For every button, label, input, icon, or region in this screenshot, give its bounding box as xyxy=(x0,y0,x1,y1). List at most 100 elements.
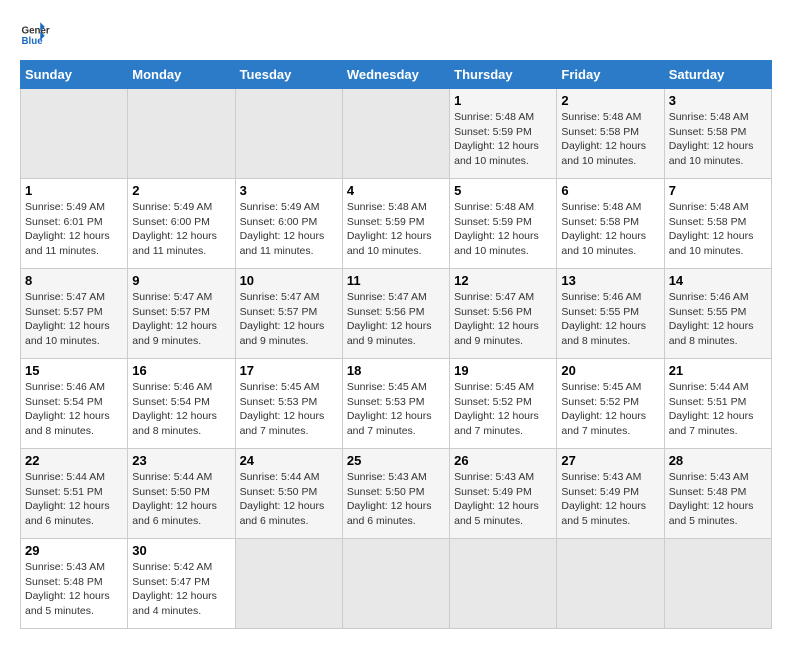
week-row-6: 29 Sunrise: 5:43 AM Sunset: 5:48 PM Dayl… xyxy=(21,539,772,629)
day-info: Sunrise: 5:43 AM Sunset: 5:48 PM Dayligh… xyxy=(25,560,123,619)
day-cell xyxy=(342,89,449,179)
day-cell: 18 Sunrise: 5:45 AM Sunset: 5:53 PM Dayl… xyxy=(342,359,449,449)
day-header-saturday: Saturday xyxy=(664,61,771,89)
day-cell: 3 Sunrise: 5:48 AM Sunset: 5:58 PM Dayli… xyxy=(664,89,771,179)
day-number: 8 xyxy=(25,273,123,288)
day-cell: 19 Sunrise: 5:45 AM Sunset: 5:52 PM Dayl… xyxy=(450,359,557,449)
day-info: Sunrise: 5:43 AM Sunset: 5:49 PM Dayligh… xyxy=(561,470,659,529)
day-info: Sunrise: 5:48 AM Sunset: 5:58 PM Dayligh… xyxy=(669,200,767,259)
day-cell: 5 Sunrise: 5:48 AM Sunset: 5:59 PM Dayli… xyxy=(450,179,557,269)
day-info: Sunrise: 5:47 AM Sunset: 5:57 PM Dayligh… xyxy=(25,290,123,349)
day-number: 11 xyxy=(347,273,445,288)
day-info: Sunrise: 5:46 AM Sunset: 5:54 PM Dayligh… xyxy=(25,380,123,439)
day-number: 19 xyxy=(454,363,552,378)
day-cell: 22 Sunrise: 5:44 AM Sunset: 5:51 PM Dayl… xyxy=(21,449,128,539)
day-cell: 3 Sunrise: 5:49 AM Sunset: 6:00 PM Dayli… xyxy=(235,179,342,269)
day-cell: 1 Sunrise: 5:48 AM Sunset: 5:59 PM Dayli… xyxy=(450,89,557,179)
calendar-table: SundayMondayTuesdayWednesdayThursdayFrid… xyxy=(20,60,772,629)
day-info: Sunrise: 5:45 AM Sunset: 5:53 PM Dayligh… xyxy=(240,380,338,439)
day-number: 10 xyxy=(240,273,338,288)
day-number: 15 xyxy=(25,363,123,378)
day-info: Sunrise: 5:49 AM Sunset: 6:01 PM Dayligh… xyxy=(25,200,123,259)
day-number: 30 xyxy=(132,543,230,558)
days-header-row: SundayMondayTuesdayWednesdayThursdayFrid… xyxy=(21,61,772,89)
day-number: 23 xyxy=(132,453,230,468)
day-info: Sunrise: 5:49 AM Sunset: 6:00 PM Dayligh… xyxy=(240,200,338,259)
day-info: Sunrise: 5:48 AM Sunset: 5:59 PM Dayligh… xyxy=(347,200,445,259)
day-cell: 14 Sunrise: 5:46 AM Sunset: 5:55 PM Dayl… xyxy=(664,269,771,359)
day-header-monday: Monday xyxy=(128,61,235,89)
week-row-1: 1 Sunrise: 5:48 AM Sunset: 5:59 PM Dayli… xyxy=(21,89,772,179)
day-info: Sunrise: 5:44 AM Sunset: 5:50 PM Dayligh… xyxy=(240,470,338,529)
day-cell: 24 Sunrise: 5:44 AM Sunset: 5:50 PM Dayl… xyxy=(235,449,342,539)
day-number: 13 xyxy=(561,273,659,288)
day-info: Sunrise: 5:48 AM Sunset: 5:58 PM Dayligh… xyxy=(561,200,659,259)
day-cell: 4 Sunrise: 5:48 AM Sunset: 5:59 PM Dayli… xyxy=(342,179,449,269)
day-number: 27 xyxy=(561,453,659,468)
week-row-3: 8 Sunrise: 5:47 AM Sunset: 5:57 PM Dayli… xyxy=(21,269,772,359)
day-cell xyxy=(128,89,235,179)
week-row-4: 15 Sunrise: 5:46 AM Sunset: 5:54 PM Dayl… xyxy=(21,359,772,449)
day-info: Sunrise: 5:45 AM Sunset: 5:53 PM Dayligh… xyxy=(347,380,445,439)
day-cell: 26 Sunrise: 5:43 AM Sunset: 5:49 PM Dayl… xyxy=(450,449,557,539)
day-info: Sunrise: 5:49 AM Sunset: 6:00 PM Dayligh… xyxy=(132,200,230,259)
day-number: 20 xyxy=(561,363,659,378)
day-info: Sunrise: 5:47 AM Sunset: 5:57 PM Dayligh… xyxy=(240,290,338,349)
day-cell: 9 Sunrise: 5:47 AM Sunset: 5:57 PM Dayli… xyxy=(128,269,235,359)
day-number: 4 xyxy=(347,183,445,198)
day-number: 2 xyxy=(561,93,659,108)
day-info: Sunrise: 5:47 AM Sunset: 5:56 PM Dayligh… xyxy=(347,290,445,349)
day-cell: 15 Sunrise: 5:46 AM Sunset: 5:54 PM Dayl… xyxy=(21,359,128,449)
day-cell: 21 Sunrise: 5:44 AM Sunset: 5:51 PM Dayl… xyxy=(664,359,771,449)
day-info: Sunrise: 5:45 AM Sunset: 5:52 PM Dayligh… xyxy=(561,380,659,439)
day-number: 28 xyxy=(669,453,767,468)
day-header-tuesday: Tuesday xyxy=(235,61,342,89)
day-info: Sunrise: 5:43 AM Sunset: 5:48 PM Dayligh… xyxy=(669,470,767,529)
day-info: Sunrise: 5:46 AM Sunset: 5:54 PM Dayligh… xyxy=(132,380,230,439)
day-number: 9 xyxy=(132,273,230,288)
day-info: Sunrise: 5:43 AM Sunset: 5:49 PM Dayligh… xyxy=(454,470,552,529)
day-info: Sunrise: 5:46 AM Sunset: 5:55 PM Dayligh… xyxy=(669,290,767,349)
day-info: Sunrise: 5:44 AM Sunset: 5:51 PM Dayligh… xyxy=(669,380,767,439)
day-number: 2 xyxy=(132,183,230,198)
logo: General Blue xyxy=(20,20,54,50)
day-number: 26 xyxy=(454,453,552,468)
svg-text:General: General xyxy=(22,26,51,37)
day-info: Sunrise: 5:48 AM Sunset: 5:58 PM Dayligh… xyxy=(561,110,659,169)
svg-text:Blue: Blue xyxy=(22,36,44,47)
day-header-friday: Friday xyxy=(557,61,664,89)
day-cell xyxy=(235,539,342,629)
day-cell xyxy=(21,89,128,179)
day-info: Sunrise: 5:44 AM Sunset: 5:50 PM Dayligh… xyxy=(132,470,230,529)
day-number: 1 xyxy=(454,93,552,108)
day-number: 1 xyxy=(25,183,123,198)
day-info: Sunrise: 5:45 AM Sunset: 5:52 PM Dayligh… xyxy=(454,380,552,439)
page-header: General Blue xyxy=(20,20,772,50)
day-number: 21 xyxy=(669,363,767,378)
day-cell: 8 Sunrise: 5:47 AM Sunset: 5:57 PM Dayli… xyxy=(21,269,128,359)
day-info: Sunrise: 5:48 AM Sunset: 5:58 PM Dayligh… xyxy=(669,110,767,169)
day-number: 29 xyxy=(25,543,123,558)
day-info: Sunrise: 5:48 AM Sunset: 5:59 PM Dayligh… xyxy=(454,200,552,259)
day-number: 6 xyxy=(561,183,659,198)
day-cell: 28 Sunrise: 5:43 AM Sunset: 5:48 PM Dayl… xyxy=(664,449,771,539)
day-cell: 20 Sunrise: 5:45 AM Sunset: 5:52 PM Dayl… xyxy=(557,359,664,449)
day-cell: 11 Sunrise: 5:47 AM Sunset: 5:56 PM Dayl… xyxy=(342,269,449,359)
day-cell: 23 Sunrise: 5:44 AM Sunset: 5:50 PM Dayl… xyxy=(128,449,235,539)
day-cell: 17 Sunrise: 5:45 AM Sunset: 5:53 PM Dayl… xyxy=(235,359,342,449)
day-header-wednesday: Wednesday xyxy=(342,61,449,89)
day-cell xyxy=(450,539,557,629)
day-info: Sunrise: 5:47 AM Sunset: 5:56 PM Dayligh… xyxy=(454,290,552,349)
day-number: 25 xyxy=(347,453,445,468)
day-number: 16 xyxy=(132,363,230,378)
day-info: Sunrise: 5:42 AM Sunset: 5:47 PM Dayligh… xyxy=(132,560,230,619)
day-cell: 13 Sunrise: 5:46 AM Sunset: 5:55 PM Dayl… xyxy=(557,269,664,359)
day-cell: 10 Sunrise: 5:47 AM Sunset: 5:57 PM Dayl… xyxy=(235,269,342,359)
day-number: 3 xyxy=(669,93,767,108)
day-cell: 6 Sunrise: 5:48 AM Sunset: 5:58 PM Dayli… xyxy=(557,179,664,269)
day-number: 3 xyxy=(240,183,338,198)
day-number: 24 xyxy=(240,453,338,468)
day-cell xyxy=(664,539,771,629)
day-info: Sunrise: 5:43 AM Sunset: 5:50 PM Dayligh… xyxy=(347,470,445,529)
day-number: 5 xyxy=(454,183,552,198)
